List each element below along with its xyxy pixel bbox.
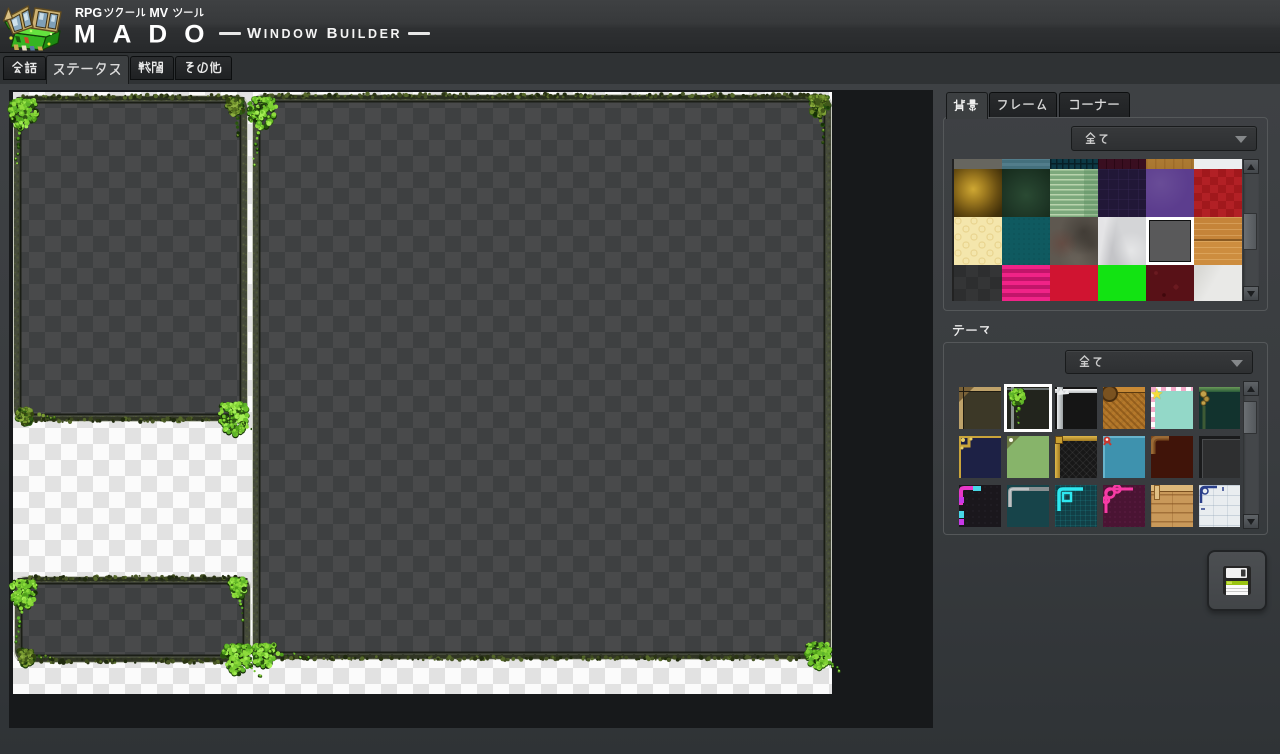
svg-text:MV: MV [149, 6, 168, 20]
svg-text:RPG: RPG [75, 6, 102, 20]
